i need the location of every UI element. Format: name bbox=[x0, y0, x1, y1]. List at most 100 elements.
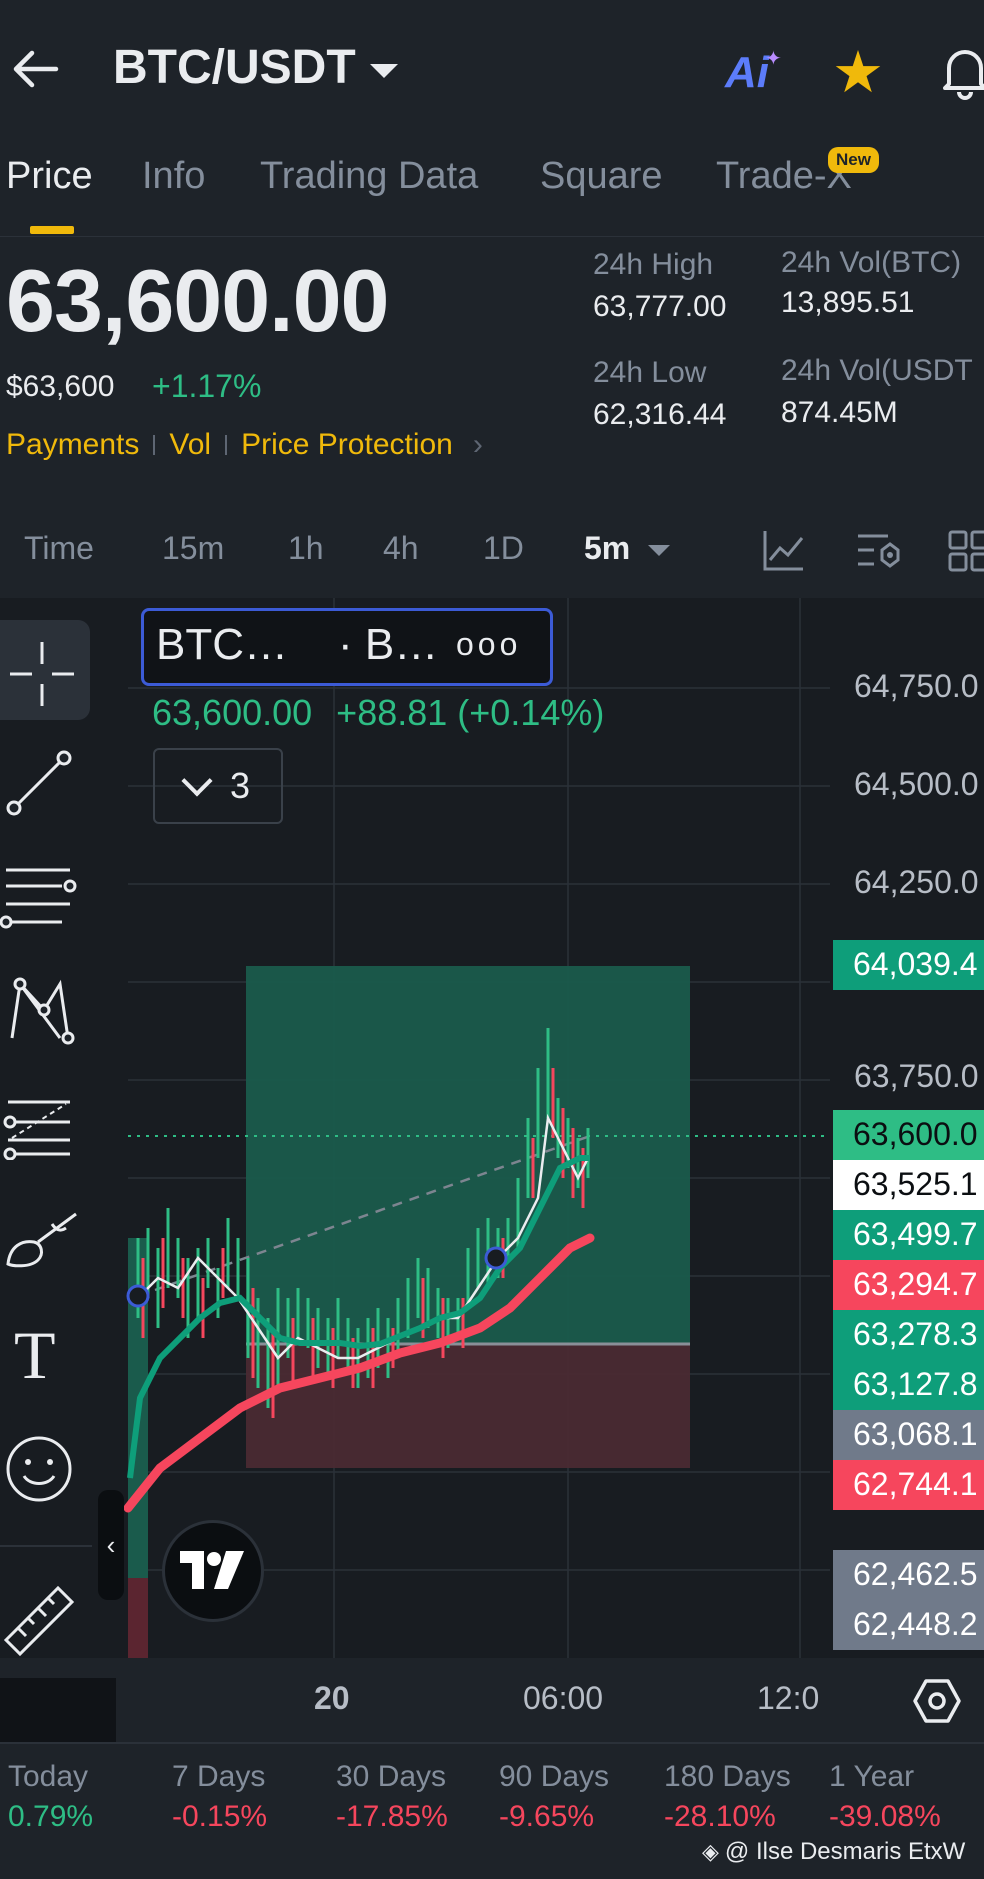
trend-line-icon[interactable] bbox=[6, 750, 72, 816]
y-axis-label: 64,750.0 bbox=[854, 668, 979, 704]
pair-selector[interactable]: BTC/USDT bbox=[113, 40, 398, 95]
arrow-left-icon[interactable] bbox=[10, 44, 60, 94]
chevron-down-icon bbox=[369, 63, 398, 78]
link-vol[interactable]: Vol bbox=[169, 428, 211, 462]
vol-btc-label: 24h Vol(BTC) bbox=[781, 246, 962, 279]
perf-label: 7 Days bbox=[172, 1760, 266, 1793]
star-icon[interactable]: ★ bbox=[832, 38, 884, 106]
tab-square[interactable]: Square bbox=[540, 155, 663, 198]
chart-settings-icon[interactable] bbox=[856, 530, 902, 572]
ruler-icon[interactable] bbox=[2, 1584, 76, 1658]
y-axis-label: 64,250.0 bbox=[854, 864, 979, 900]
low-label: 24h Low bbox=[593, 356, 707, 389]
price-tag: 63,127.8 bbox=[833, 1360, 984, 1410]
usd-price: $63,600 bbox=[6, 370, 115, 403]
perf-value: -28.10% bbox=[664, 1800, 776, 1833]
new-badge: New bbox=[828, 147, 879, 173]
price-tag: 63,525.1 bbox=[833, 1160, 984, 1210]
y-axis-label: 63,750.0 bbox=[854, 1058, 979, 1094]
price-change-pct: +1.17% bbox=[152, 368, 262, 404]
binance-logo-icon: ◈ bbox=[702, 1839, 719, 1864]
vol-usdt-label: 24h Vol(USDT bbox=[781, 354, 973, 387]
high-label: 24h High bbox=[593, 248, 714, 281]
vol-usdt-value: 874.45M bbox=[781, 396, 898, 429]
perf-value: 0.79% bbox=[8, 1800, 94, 1833]
perf-label: 1 Year bbox=[829, 1760, 915, 1793]
x-axis-label: 20 bbox=[314, 1680, 350, 1716]
legend-price: 63,600.00 +88.81 (+0.14%) bbox=[152, 692, 604, 734]
price-tag: 62,744.1 bbox=[833, 1460, 984, 1510]
y-axis-label: 64,500.0 bbox=[854, 766, 979, 802]
price-tag: 62,462.5 bbox=[833, 1550, 984, 1600]
divider bbox=[153, 435, 156, 455]
sparkle-icon: ✦ bbox=[765, 48, 782, 70]
x-axis-label: 06:00 bbox=[523, 1680, 604, 1716]
horizontal-lines-icon[interactable] bbox=[0, 862, 80, 932]
link-price-protection[interactable]: Price Protection bbox=[241, 428, 453, 462]
watermark: ◈ @ Ilse Desmaris EtxW bbox=[702, 1838, 965, 1866]
legend-source: · B… bbox=[338, 620, 439, 669]
last-price: 63,600.00 bbox=[6, 251, 389, 350]
tf-1d[interactable]: 1D bbox=[483, 530, 524, 567]
perf-value: -39.08% bbox=[829, 1800, 941, 1833]
price-tag: 64,039.4 bbox=[833, 940, 984, 990]
vol-btc-value: 13,895.51 bbox=[781, 286, 915, 319]
price-tag: 63,600.0 bbox=[833, 1110, 984, 1160]
tf-15m[interactable]: 15m bbox=[162, 530, 224, 567]
info-links: Payments Vol Price Protection › bbox=[6, 428, 483, 462]
legend-symbol: BTC… bbox=[156, 620, 288, 669]
tradingview-logo bbox=[162, 1520, 264, 1622]
watermark-text: @ Ilse Desmaris EtxW bbox=[724, 1838, 966, 1865]
divider bbox=[225, 435, 228, 455]
pair-label: BTC/USDT bbox=[113, 41, 356, 94]
tab-price[interactable]: Price bbox=[6, 155, 93, 198]
indicator-icon[interactable] bbox=[762, 528, 806, 572]
fib-icon[interactable] bbox=[2, 1094, 78, 1160]
perf-label: 30 Days bbox=[336, 1760, 447, 1793]
indicator-count: 3 bbox=[229, 765, 251, 806]
chevron-down-icon bbox=[181, 765, 213, 797]
tab-active-indicator bbox=[30, 226, 74, 234]
link-payments[interactable]: Payments bbox=[6, 428, 139, 462]
ai-button[interactable]: Ai✦ bbox=[725, 48, 786, 98]
perf-value: -9.65% bbox=[499, 1800, 595, 1833]
price-tag: 63,278.3 bbox=[833, 1310, 984, 1360]
perf-value: -0.15% bbox=[172, 1800, 268, 1833]
price-tag: 63,068.1 bbox=[833, 1410, 984, 1460]
perf-label: 90 Days bbox=[499, 1760, 610, 1793]
crosshair-icon[interactable] bbox=[6, 638, 78, 710]
tf-5m[interactable]: 5m bbox=[584, 530, 630, 567]
pattern-icon[interactable] bbox=[4, 976, 76, 1048]
price-tag: 63,499.7 bbox=[833, 1210, 984, 1260]
settings-icon[interactable] bbox=[912, 1678, 962, 1724]
layout-grid-icon[interactable] bbox=[948, 530, 984, 572]
tab-info[interactable]: Info bbox=[142, 155, 205, 198]
text-icon[interactable]: T bbox=[14, 1316, 56, 1395]
divider bbox=[0, 236, 984, 237]
legend-price-value: 63,600.00 bbox=[152, 692, 313, 733]
chevron-right-icon[interactable]: › bbox=[473, 428, 483, 462]
tf-time[interactable]: Time bbox=[24, 530, 94, 567]
indicator-collapse-button[interactable]: 3 bbox=[153, 748, 283, 824]
perf-value: -17.85% bbox=[336, 1800, 448, 1833]
tv-logo-icon bbox=[180, 1551, 244, 1589]
tf-1h[interactable]: 1h bbox=[288, 530, 324, 567]
bell-icon[interactable] bbox=[935, 42, 984, 102]
perf-label: Today bbox=[8, 1760, 89, 1793]
collapse-toolbar-button[interactable]: ‹ bbox=[98, 1490, 124, 1600]
divider bbox=[0, 1545, 92, 1547]
chevron-down-icon[interactable] bbox=[648, 545, 670, 556]
more-icon[interactable]: ooo bbox=[456, 626, 521, 663]
low-value: 62,316.44 bbox=[593, 398, 727, 431]
high-value: 63,777.00 bbox=[593, 290, 727, 323]
brush-icon[interactable] bbox=[2, 1206, 82, 1272]
toolbar-footer bbox=[0, 1678, 116, 1742]
ai-label: Ai bbox=[725, 48, 769, 97]
tab-trading-data[interactable]: Trading Data bbox=[260, 155, 478, 198]
price-tag: 63,294.7 bbox=[833, 1260, 984, 1310]
tf-4h[interactable]: 4h bbox=[383, 530, 419, 567]
divider bbox=[0, 1742, 984, 1744]
emoji-icon[interactable] bbox=[4, 1434, 74, 1504]
price-tag: 62,448.2 bbox=[833, 1600, 984, 1650]
legend-price-change: +88.81 (+0.14%) bbox=[336, 692, 605, 733]
